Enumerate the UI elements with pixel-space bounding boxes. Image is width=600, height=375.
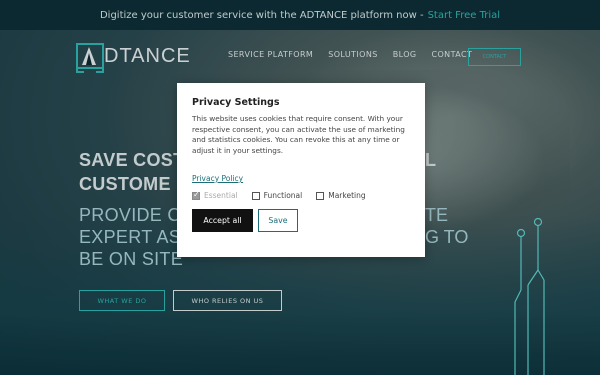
check-icon: ✓ bbox=[193, 189, 200, 199]
consent-checkboxes: ✓ Essential Functional Marketing bbox=[192, 189, 410, 200]
checkbox-essential-label: Essential bbox=[204, 191, 238, 200]
privacy-settings-dialog: Privacy Settings This website uses cooki… bbox=[177, 83, 425, 257]
accept-all-button[interactable]: Accept all bbox=[192, 209, 253, 232]
checkbox-marketing-label[interactable]: Marketing bbox=[328, 191, 365, 200]
checkbox-essential: ✓ Essential bbox=[192, 189, 238, 200]
checkbox-marketing-box[interactable] bbox=[316, 191, 325, 200]
checkbox-functional-label[interactable]: Functional bbox=[264, 191, 303, 200]
privacy-policy-link[interactable]: Privacy Policy bbox=[192, 174, 243, 183]
dialog-actions: Accept all Save bbox=[192, 209, 410, 232]
dialog-body: This website uses cookies that require c… bbox=[192, 114, 405, 155]
checkbox-functional-box[interactable] bbox=[251, 191, 260, 200]
dialog-title: Privacy Settings bbox=[192, 97, 280, 108]
save-button[interactable]: Save bbox=[258, 209, 298, 232]
checkbox-essential-box: ✓ bbox=[192, 189, 200, 200]
checkbox-marketing[interactable]: Marketing bbox=[316, 191, 366, 200]
checkbox-functional[interactable]: Functional bbox=[251, 191, 303, 200]
